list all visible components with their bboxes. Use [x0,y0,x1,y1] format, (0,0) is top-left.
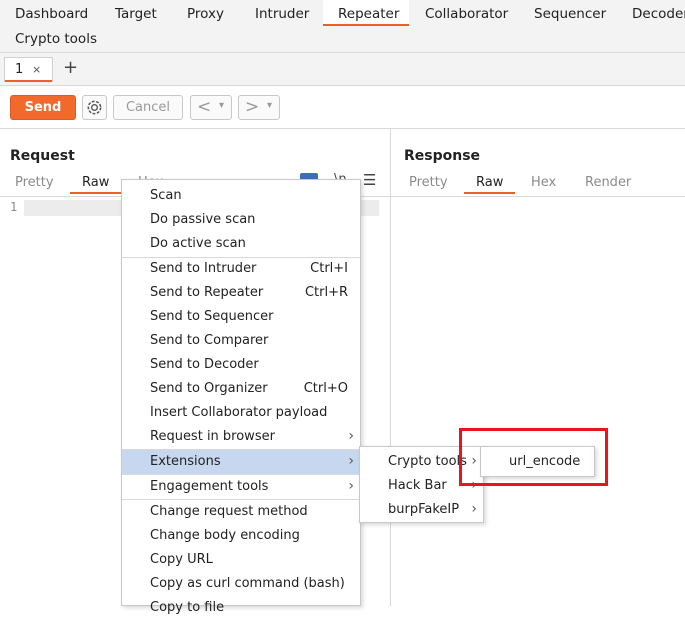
tab-target[interactable]: Target [115,6,157,22]
tab-intruder[interactable]: Intruder [255,6,309,22]
request-tab-raw[interactable]: Raw [70,175,122,194]
forward-button[interactable]: > ▾ [238,95,280,120]
annotation-highlight-box [459,428,608,486]
repeater-tab-1[interactable]: 1 × [4,57,53,82]
forward-dropdown-icon[interactable]: ▾ [267,100,272,111]
request-tab-underline [70,192,122,194]
menu-item-copy-as-curl[interactable]: Copy as curl command (bash) [122,572,360,596]
response-title: Response [404,148,481,164]
menu-item-send-to-organizer[interactable]: Send to Organizer Ctrl+O [122,377,360,401]
response-tab-pretty[interactable]: Pretty [409,175,448,190]
send-button[interactable]: Send [10,95,76,120]
menu-item-label: Send to Intruder [150,261,257,276]
request-tab-pretty[interactable]: Pretty [15,175,54,190]
line-number: 1 [10,200,18,214]
menu-item-send-to-decoder[interactable]: Send to Decoder [122,353,360,377]
gear-icon [87,100,102,115]
main-nav: Dashboard Target Proxy Intruder Repeater… [0,0,685,53]
menu-item-label: Send to Sequencer [150,309,274,324]
add-tab-icon[interactable]: + [63,57,78,78]
panel-divider[interactable] [390,128,391,606]
tab-repeater-label: Repeater [338,6,400,22]
menu-item-copy-url[interactable]: Copy URL [122,548,360,572]
back-button[interactable]: < ▾ [190,95,232,120]
menu-item-active-scan[interactable]: Do active scan [122,232,360,256]
send-button-label: Send [24,100,62,115]
menu-item-send-to-repeater[interactable]: Send to Repeater Ctrl+R [122,281,360,305]
chevron-right-icon: › [348,478,354,494]
response-tabs-divider [391,196,685,197]
tab-collaborator[interactable]: Collaborator [425,6,508,22]
menu-item-label: Copy to file [150,600,225,615]
chevron-right-icon: > [245,97,260,117]
chevron-right-icon: › [471,501,477,517]
cancel-button[interactable]: Cancel [113,95,183,120]
menu-item-extensions[interactable]: Extensions › [122,450,360,474]
menu-item-label: Insert Collaborator payload [150,405,328,420]
cancel-button-label: Cancel [125,100,171,115]
menu-item-insert-collaborator-payload[interactable]: Insert Collaborator payload [122,401,360,425]
tab-decoder[interactable]: Decoder [632,6,685,22]
tab-repeater[interactable]: Repeater [323,0,409,26]
tab-proxy[interactable]: Proxy [187,6,224,22]
menu-item-shortcut: Ctrl+I [310,261,348,276]
menu-item-label: Send to Organizer [150,381,268,396]
menu-item-copy-to-file[interactable]: Copy to file [122,596,360,620]
subtab-underline [5,80,52,82]
chevron-right-icon: › [348,453,354,469]
response-tab-raw[interactable]: Raw [464,175,516,194]
menu-item-label: burpFakeIP [388,502,460,517]
response-tab-raw-label: Raw [476,175,504,190]
tab-sequencer[interactable]: Sequencer [534,6,606,22]
menu-item-label: Send to Comparer [150,333,269,348]
menu-item-label: Send to Decoder [150,357,259,372]
repeater-tab-1-label: 1 [15,62,24,77]
menu-icon[interactable]: ☰ [363,171,376,189]
menu-item-label: Change body encoding [150,528,300,543]
response-tab-underline [464,192,516,194]
response-tab-hex[interactable]: Hex [531,175,556,190]
menu-item-label: Extensions [150,454,221,469]
menu-item-request-in-browser[interactable]: Request in browser › [122,425,360,449]
menu-item-engagement-tools[interactable]: Engagement tools › [122,475,360,499]
toolbar-divider [0,128,685,129]
menu-item-label: Send to Repeater [150,285,264,300]
tab-crypto-tools[interactable]: Crypto tools [15,31,97,47]
menu-item-label: Copy as curl command (bash) [150,576,345,591]
menu-item-label: Copy URL [150,552,213,567]
context-menu: Scan Do passive scan Do active scan Send… [121,179,361,615]
request-title: Request [10,148,75,164]
menu-item-send-to-comparer[interactable]: Send to Comparer [122,329,360,353]
active-tab-underline [323,24,409,26]
back-dropdown-icon[interactable]: ▾ [219,100,224,111]
menu-item-send-to-intruder[interactable]: Send to Intruder Ctrl+I [122,257,360,281]
menu-item-label: Engagement tools [150,479,269,494]
menu-item-label: Do passive scan [150,212,256,227]
submenu-item-burpfakeip[interactable]: burpFakeIP › [360,498,483,522]
menu-item-send-to-sequencer[interactable]: Send to Sequencer [122,305,360,329]
request-tab-raw-label: Raw [82,175,110,190]
menu-item-label: Scan [150,188,182,203]
menu-item-label: Change request method [150,504,308,519]
repeater-subtabs: 1 × + [0,53,685,86]
menu-item-label: Hack Bar [388,478,447,493]
chevron-right-icon: › [348,428,354,444]
menu-item-passive-scan[interactable]: Do passive scan [122,208,360,232]
response-tab-render[interactable]: Render [585,175,631,190]
menu-item-shortcut: Ctrl+O [303,381,348,396]
menu-item-change-request-method[interactable]: Change request method [122,500,360,524]
tab-dashboard[interactable]: Dashboard [15,6,88,22]
menu-item-scan[interactable]: Scan [122,184,360,208]
chevron-left-icon: < [197,97,212,117]
settings-button[interactable] [82,95,107,120]
menu-item-label: Request in browser [150,429,275,444]
menu-item-label: Crypto tools [388,454,467,469]
menu-item-shortcut: Ctrl+R [304,285,348,300]
menu-item-change-body-encoding[interactable]: Change body encoding [122,524,360,548]
menu-item-label: Do active scan [150,236,246,251]
close-icon[interactable]: × [32,63,41,76]
